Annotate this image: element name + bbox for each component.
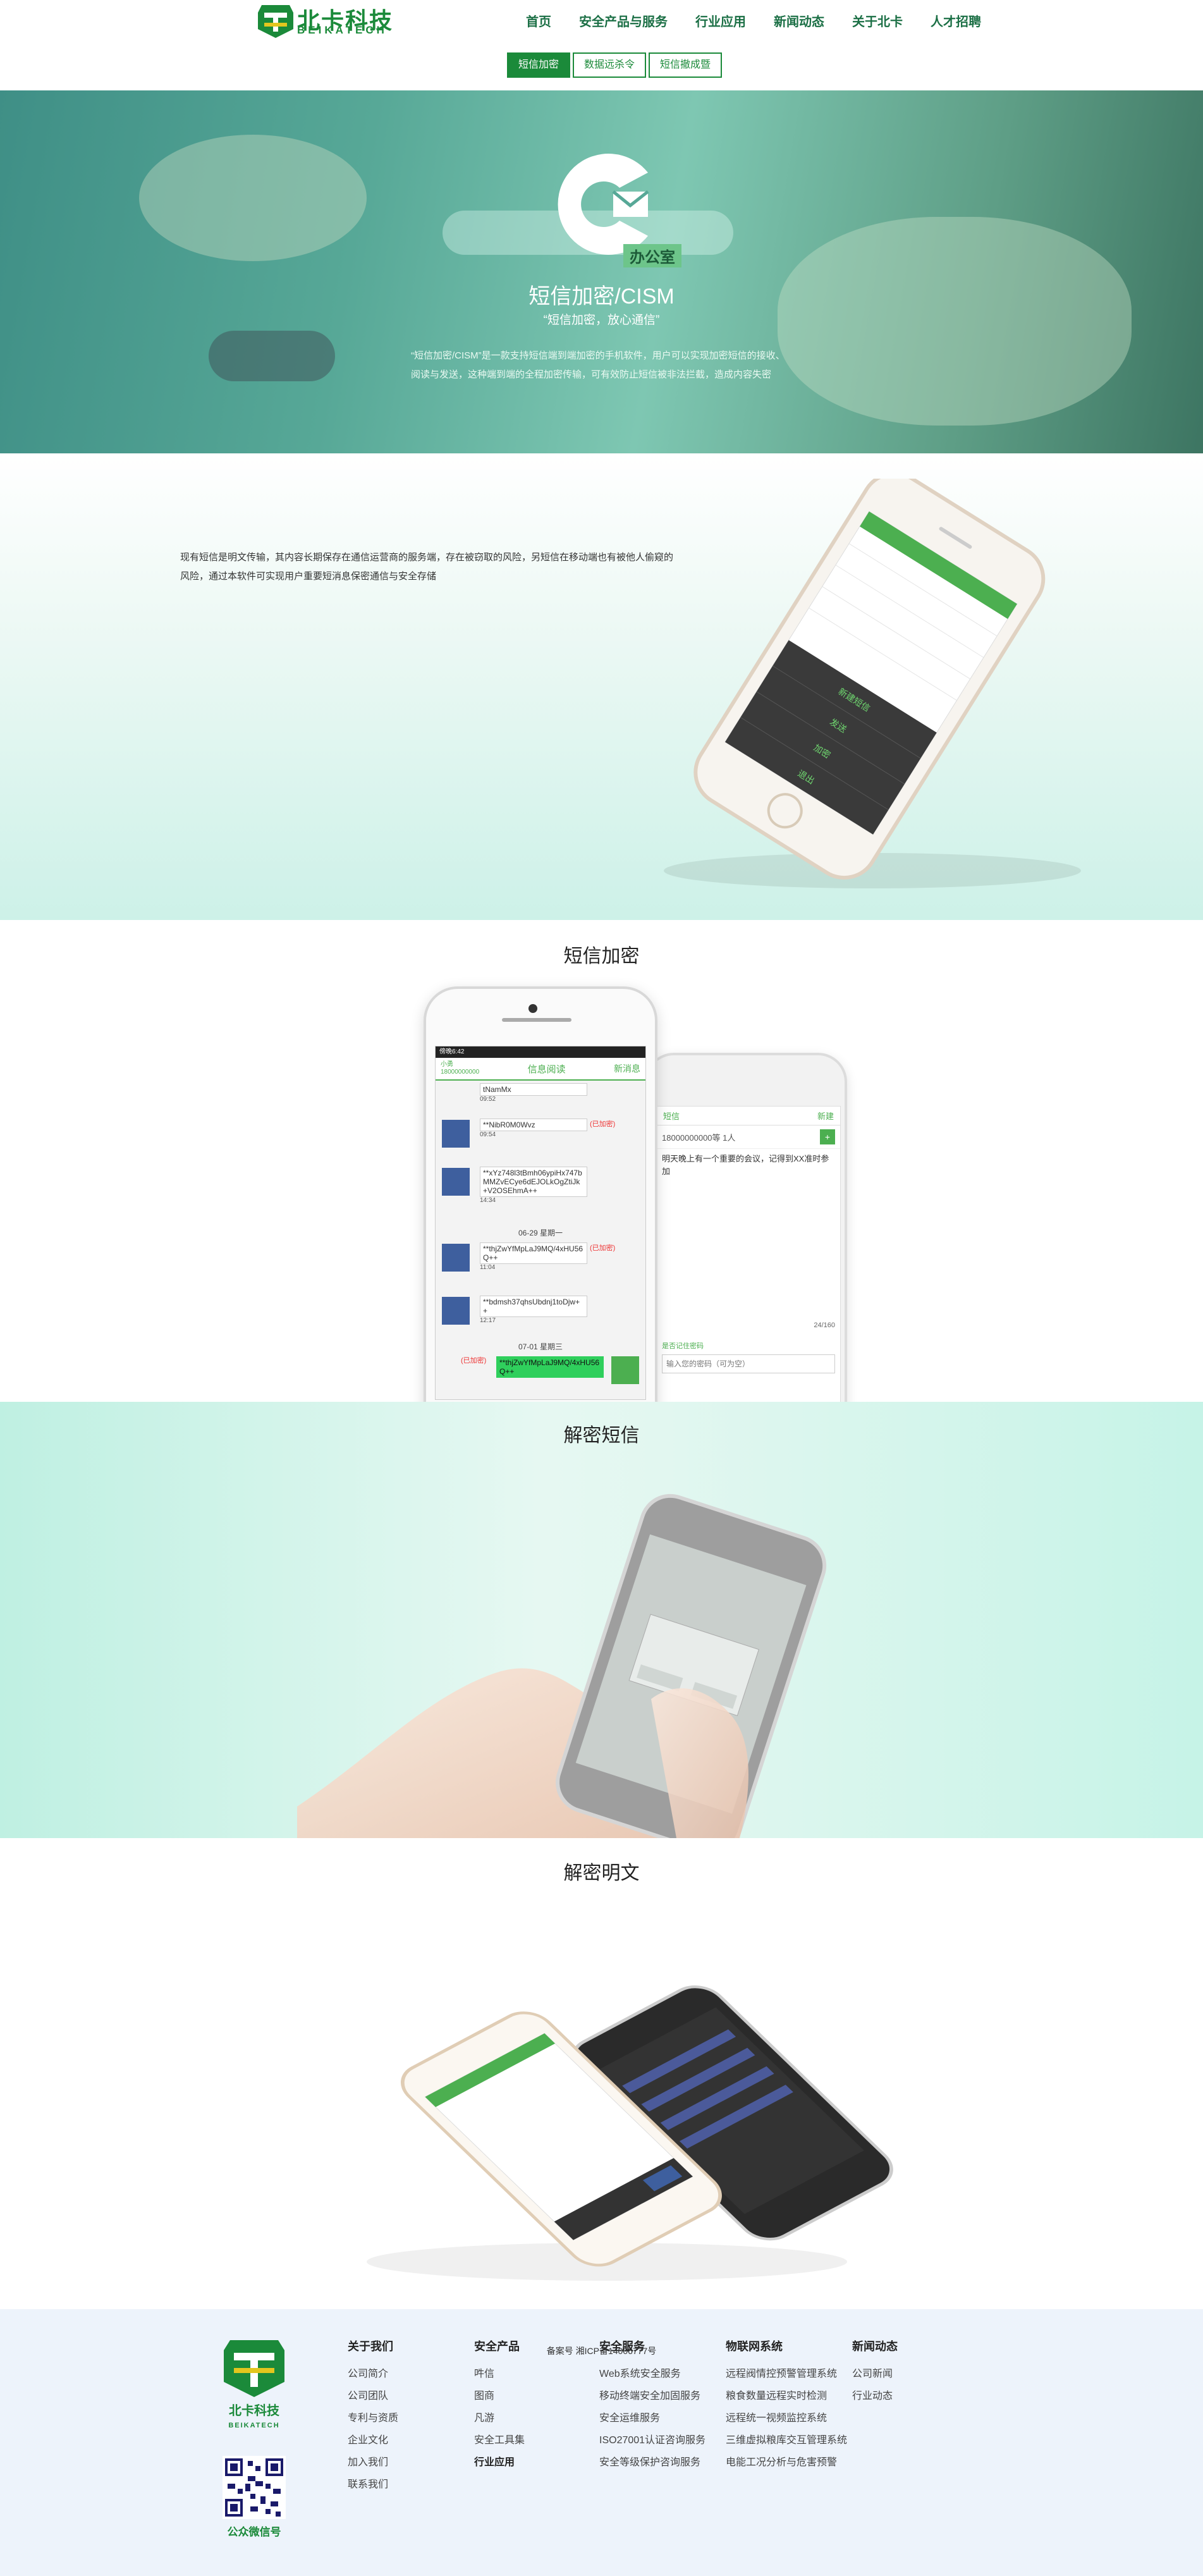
product-subtabs: 短信加密 数据远杀令 短信撤成暨 [507, 52, 723, 78]
footer-link[interactable]: 联系我们 [348, 2474, 398, 2496]
hero-subtitle: “短信加密，放心通信” [543, 314, 660, 327]
nav-industry[interactable]: 行业应用 [681, 11, 760, 30]
hero-title: 短信加密/CISM [528, 285, 675, 309]
sent-message-item: (已加密) **thjZwYfMpLaJ9MQ/4xHU56Q++ [436, 1354, 645, 1392]
compose-recipient: 18000000000等 1人 [662, 1132, 736, 1143]
camera-icon [528, 1004, 537, 1013]
logo-subtext: BEIKATECH [297, 24, 388, 36]
chat-contact-name: 小勇 [441, 1061, 453, 1068]
decrypt-plain-section: 解密明文 [0, 1838, 1203, 2309]
speaker-grille [502, 1018, 571, 1022]
footer-link[interactable]: 公司新闻 [852, 2363, 898, 2385]
footer-link[interactable]: ISO27001认证咨询服务 [599, 2429, 705, 2451]
avatar [442, 1120, 470, 1148]
intro-text: 现有短信是明文传输，其内容长期保存在通信运营商的服务端，存在被窃取的风险，另短信… [180, 552, 674, 582]
tab-data-kill[interactable]: 数据远杀令 [573, 52, 647, 78]
compose-back: 短信 [663, 1112, 680, 1121]
chat-new-message: 新消息 [613, 1064, 640, 1074]
compose-password-field: 输入您的密码（可为空） [662, 1354, 835, 1373]
compose-body: 明天晚上有一个重要的会议，记得到XX准时参加 [662, 1154, 829, 1176]
compose-counter: 24/160 [814, 1322, 835, 1329]
footer-link[interactable]: 图商 [474, 2385, 525, 2407]
nav-careers[interactable]: 人才招聘 [917, 11, 995, 30]
message-item: **bdmsh37qhsUbdnj1toDjw++ 12:17 [436, 1293, 645, 1341]
section-title-decrypt-plain: 解密明文 [563, 1863, 640, 1884]
site-header: 北卡科技 BEIKATECH 首页 安全产品与服务 行业应用 新闻动态 关于北卡… [0, 0, 1203, 90]
nav-home[interactable]: 首页 [512, 11, 565, 30]
hero-banner: 办公室 短信加密/CISM “短信加密，放心通信” “短信加密/CISM”是一款… [0, 90, 1203, 453]
hero-car-key-photo [209, 331, 335, 381]
avatar [611, 1356, 639, 1384]
chat-contact-number: 18000000000 [441, 1069, 480, 1076]
hand-holding-phone-image [297, 1493, 827, 1838]
footer-link[interactable]: 安全等级保护咨询服务 [599, 2451, 705, 2474]
footer-link[interactable]: 移动终端安全加固服务 [599, 2385, 705, 2407]
footer-link[interactable]: 凡游 [474, 2407, 525, 2429]
footer-link[interactable]: 远程阀情控预警管理系统 [726, 2363, 847, 2385]
two-phones-image [367, 1985, 893, 2281]
footer-link[interactable]: 三维虚拟粮库交互管理系统 [726, 2429, 847, 2451]
section-title-encrypt: 短信加密 [563, 946, 640, 967]
intro-section: 现有短信是明文传输，其内容长期保存在通信运营商的服务端，存在被窃取的风险，另短信… [0, 453, 1203, 920]
hero-description: “短信加密/CISM”是一款支持短信端到端加密的手机软件，用户可以实现加密短信的… [411, 350, 785, 380]
nav-products[interactable]: 安全产品与服务 [565, 11, 681, 30]
footer-col-services: 安全服务 Web系统安全服务 移动终端安全加固服务 安全运维服务 ISO2700… [599, 2338, 705, 2474]
footer-link[interactable]: 远程统一视频监控系统 [726, 2407, 847, 2429]
wechat-qr-code [223, 2456, 286, 2519]
footer-link-industry[interactable]: 行业应用 [474, 2451, 525, 2474]
tab-sms-encrypt[interactable]: 短信加密 [507, 52, 571, 78]
footer-link[interactable]: 加入我们 [348, 2451, 398, 2474]
footer-link[interactable]: 专利与资质 [348, 2407, 398, 2429]
message-list: tNamMx 09:52 **NibR0M0Wvz 09:54 (已加密) **… [436, 1081, 645, 1392]
tab-sms-recall[interactable]: 短信撤成暨 [649, 52, 723, 78]
compose-new: 新建 [817, 1112, 834, 1121]
main-nav: 首页 安全产品与服务 行业应用 新闻动态 关于北卡 人才招聘 [512, 11, 995, 30]
office-badge: 办公室 [623, 244, 681, 267]
avatar [442, 1168, 470, 1196]
nav-news[interactable]: 新闻动态 [760, 11, 838, 30]
footer-link[interactable]: 安全运维服务 [599, 2407, 705, 2429]
encrypted-tag: (已加密) [590, 1120, 616, 1128]
footer-link[interactable]: 吽信 [474, 2363, 525, 2385]
message-item: tNamMx 09:52 [436, 1081, 645, 1116]
footer-logo-subtext: BEIKATECH [228, 2422, 279, 2429]
footer-logo-text: 北卡科技 [229, 2403, 280, 2418]
avatar [442, 1297, 470, 1325]
qr-label: 公众微信号 [227, 2526, 281, 2538]
encrypted-tag: (已加密) [590, 1244, 616, 1252]
tilted-phone-image: 新建短信 发送 加密 退出 [664, 479, 1081, 888]
message-item: **thjZwYfMpLaJ9MQ/4xHU56Q++ 11:04 (已加密) [436, 1240, 645, 1293]
footer-link[interactable]: 行业动态 [852, 2385, 898, 2407]
footer-link[interactable]: Web系统安全服务 [599, 2363, 705, 2385]
footer-link[interactable]: 粮食数量远程实时检测 [726, 2385, 847, 2407]
footer-col-iot: 物联网系统 远程阀情控预警管理系统 粮食数量远程实时检测 远程统一视频监控系统 … [726, 2338, 847, 2474]
compose-phone-image: 短信 新建 18000000000等 1人 + 明天晚上有一个重要的会议，记得到… [645, 1053, 847, 1402]
message-item: **xYz748l3tBmh06ypiHx747bMMZvECye6dEJOLk… [436, 1164, 645, 1227]
footer-link[interactable]: 安全工具集 [474, 2429, 525, 2451]
date-divider: 07-01 星期三 [518, 1342, 563, 1351]
nav-about[interactable]: 关于北卡 [838, 11, 917, 30]
footer-col-products: 安全产品 吽信 图商 凡游 安全工具集 行业应用 [474, 2338, 525, 2474]
chat-title: 信息阅读 [527, 1064, 566, 1075]
status-bar-time: 傍晚6:42 [436, 1046, 645, 1058]
footer-link[interactable]: 公司简介 [348, 2363, 398, 2385]
footer-link[interactable]: 公司团队 [348, 2385, 398, 2407]
add-contact-icon: + [820, 1129, 835, 1144]
footer-link[interactable]: 企业文化 [348, 2429, 398, 2451]
remember-password-label: 是否记住密码 [662, 1342, 704, 1350]
decrypt-sms-section: 解密短信 [0, 1402, 1203, 1838]
avatar [442, 1244, 470, 1272]
footer-link[interactable]: 电能工况分析与危害预警 [726, 2451, 847, 2474]
chat-phone-image: 傍晚6:42 小勇 18000000000 信息阅读 新消息 tNamMx 09:… [424, 986, 657, 1402]
date-divider: 06-29 星期一 [518, 1229, 563, 1237]
icp-record: 备案号 湘ICP备14006777号 [546, 2346, 657, 2356]
sms-encrypt-section: 短信加密 短信 新建 18000000000等 1人 + 明天晚上有一个重要的会… [0, 920, 1203, 1402]
footer-col-about: 关于我们 公司简介 公司团队 专利与资质 企业文化 加入我们 联系我们 [348, 2338, 398, 2496]
section-title-decrypt-sms: 解密短信 [563, 1425, 640, 1446]
message-item: **NibR0M0Wvz 09:54 (已加密) [436, 1116, 645, 1164]
hero-hand-photo [139, 135, 367, 261]
